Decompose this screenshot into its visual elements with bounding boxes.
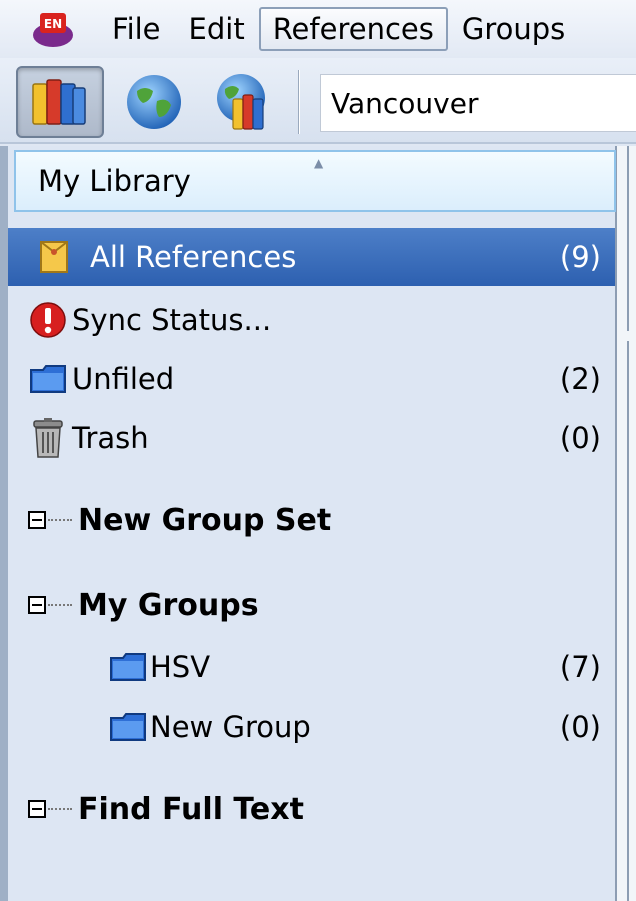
tree-connector (48, 604, 72, 606)
groups-panel: ▲ My Library All References (9) Sync Sta… (0, 146, 617, 901)
panel-splitter[interactable] (617, 146, 636, 901)
group-item-new-group[interactable]: New Group (0) (8, 698, 615, 756)
group-item-unfiled[interactable]: Unfiled (2) (8, 350, 615, 408)
books-icon (32, 79, 86, 125)
output-style-value: Vancouver (331, 86, 479, 120)
group-label: Sync Status... (72, 303, 272, 337)
sort-arrow-icon: ▲ (314, 156, 324, 170)
group-count: (7) (559, 650, 601, 684)
sync-alert-icon (28, 300, 68, 340)
menu-groups[interactable]: Groups (448, 7, 579, 51)
globe-icon (127, 75, 181, 129)
group-set-find-full-text[interactable]: Find Full Text (8, 780, 615, 838)
menu-edit[interactable]: Edit (175, 7, 259, 51)
svg-text:EN: EN (44, 17, 62, 31)
menu-file[interactable]: File (98, 7, 175, 51)
group-label: New Group (150, 710, 311, 744)
group-set-my-groups[interactable]: My Groups (8, 576, 615, 634)
group-label: HSV (150, 650, 211, 684)
group-count: (0) (559, 421, 601, 455)
local-library-mode-button[interactable] (16, 66, 104, 138)
group-item-sync-status[interactable]: Sync Status... (8, 291, 615, 349)
group-count: (2) (559, 362, 601, 396)
group-count: (0) (559, 710, 601, 744)
group-set-new-group-set[interactable]: New Group Set (8, 491, 615, 549)
toolbar-separator (298, 70, 300, 134)
output-style-select[interactable]: Vancouver (320, 74, 636, 132)
collapse-toggle-icon[interactable] (28, 511, 46, 529)
folder-icon (108, 707, 148, 747)
group-item-hsv[interactable]: HSV (7) (8, 638, 615, 696)
group-label: Unfiled (72, 362, 175, 396)
online-search-mode-button[interactable] (110, 66, 198, 138)
folder-icon (108, 647, 148, 687)
toolbar: Vancouver (0, 58, 636, 144)
all-references-icon (34, 237, 74, 277)
my-library-header[interactable]: ▲ My Library (14, 150, 616, 212)
menu-bar: EN File Edit References Groups (0, 0, 636, 58)
folder-icon (28, 359, 68, 399)
group-set-label: Find Full Text (78, 791, 304, 827)
tree-connector (48, 808, 72, 810)
integrated-library-mode-button[interactable] (200, 66, 288, 138)
endnote-app-icon[interactable]: EN (26, 7, 80, 51)
group-count: (9) (559, 240, 601, 274)
books-globe-icon (217, 74, 265, 130)
tree-connector (48, 519, 72, 521)
group-item-all-references[interactable]: All References (9) (8, 228, 615, 286)
collapse-toggle-icon[interactable] (28, 800, 46, 818)
group-item-trash[interactable]: Trash (0) (8, 409, 615, 467)
my-library-label: My Library (38, 164, 191, 198)
menu-references[interactable]: References (258, 7, 448, 51)
group-set-label: My Groups (78, 587, 259, 623)
trash-icon (28, 418, 68, 458)
group-label: All References (90, 240, 297, 274)
group-set-label: New Group Set (78, 502, 332, 538)
collapse-toggle-icon[interactable] (28, 596, 46, 614)
group-label: Trash (72, 421, 149, 455)
